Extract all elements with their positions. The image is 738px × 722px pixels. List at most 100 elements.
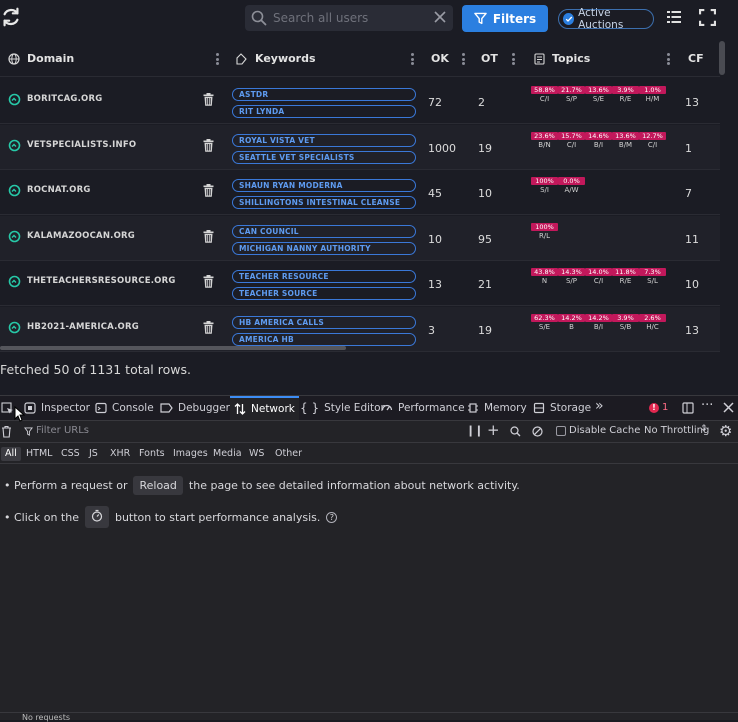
tab-label: Debugger [178,402,230,414]
topic-percent: 3.9% [612,313,639,322]
keyword-tag[interactable]: TEACHER RESOURCE [232,270,416,283]
column-menu-icon[interactable] [512,53,515,65]
filter-ws[interactable]: WS [245,447,268,461]
tab-performance[interactable]: Performance [381,396,465,420]
domain-name[interactable]: THETEACHERSRESOURCE.ORG [27,276,176,286]
filters-button[interactable]: Filters [462,5,548,32]
table-row[interactable]: VETSPECIALISTS.INFO ROYAL VISTA VET SEATTL… [0,124,720,170]
column-header-keywords[interactable]: Keywords [236,52,316,65]
filter-media[interactable]: Media [209,447,246,461]
column-header-ot[interactable]: OT [481,52,498,65]
trash-icon[interactable] [1,425,12,438]
tab-storage[interactable]: Storage [533,396,591,420]
close-icon[interactable] [723,402,734,413]
topic-badge: 3.9% R/E [612,86,639,103]
pause-icon[interactable]: ❙❙ [466,424,483,437]
error-count[interactable]: ! 1 [649,402,668,413]
filter-html[interactable]: HTML [22,447,56,461]
filter-fonts[interactable]: Fonts [135,447,169,461]
message-text: the page to see detailed information abo… [188,479,520,492]
keyword-tag[interactable]: MICHIGAN NANNY AUTHORITY [232,241,416,255]
keyword-tag[interactable]: TEACHER SOURCE [232,287,416,300]
column-header-topics[interactable]: Topics [534,52,590,65]
tab-style-editor[interactable]: { } Style Editor [300,396,385,420]
table-row[interactable]: THETEACHERSRESOURCE.ORG TEACHER RESOURCE T… [0,261,720,306]
domain-name[interactable]: BORITCAG.ORG [27,94,102,104]
trash-icon[interactable] [203,320,214,334]
column-header-cf[interactable]: CF [688,52,704,65]
tab-memory[interactable]: Memory [467,396,527,420]
keyword-tag[interactable]: SHILLINGTONS INTESTINAL CLEANSE [232,196,416,209]
dock-icon[interactable] [682,402,694,414]
keyword-tag[interactable]: ROYAL VISTA VET [232,133,416,147]
column-menu-icon[interactable] [411,53,414,65]
table-row[interactable]: BORITCAG.ORG ASTDR RIT LYNDA 72 2 58.8% C/I 21.… [0,79,720,124]
trash-icon[interactable] [203,93,214,106]
top-bar: Filters Active Auctions [0,0,738,36]
add-icon[interactable]: + [487,421,500,439]
gear-icon[interactable]: ⚙ [719,422,732,440]
tab-inspector[interactable]: Inspector [24,396,90,420]
fullscreen-icon[interactable] [699,9,716,26]
keyword-tag[interactable]: ASTDR [232,88,416,101]
topic-label: R/E [619,95,632,103]
filter-js[interactable]: JS [85,447,102,461]
filter-css[interactable]: CSS [57,447,84,461]
keyword-tag[interactable]: AMERICA HB [232,332,416,346]
message-text: • Perform a request or [4,479,128,492]
column-menu-icon[interactable] [216,53,219,65]
topic-badge: 23.6% B/N [531,131,558,149]
domain-name[interactable]: HB2021-AMERICA.ORG [27,322,139,332]
keyword-tag[interactable]: RIT LYNDA [232,105,416,118]
disable-cache-checkbox[interactable] [556,426,566,436]
clear-search-icon[interactable] [433,10,447,24]
column-menu-icon[interactable] [462,53,465,65]
topic-percent: 7.3% [639,268,666,276]
filter-other[interactable]: Other [271,447,306,461]
chevron-updown-icon: ⇕ [700,424,708,434]
active-auctions-chip[interactable]: Active Auctions [558,7,654,31]
trash-icon[interactable] [203,275,214,288]
ot-value: 95 [478,232,492,246]
filter-all[interactable]: All [1,447,21,461]
pick-element-icon[interactable] [1,402,14,415]
performance-button[interactable] [84,506,109,528]
vertical-scrollbar[interactable] [719,41,725,75]
column-header-domain[interactable]: Domain [8,52,74,65]
search-input[interactable] [273,8,423,28]
topic-label: S/E [592,95,605,103]
keyword-tag[interactable]: SEATTLE VET SPECIALISTS [232,150,416,164]
help-icon[interactable]: ? [326,511,338,523]
column-header-ok[interactable]: OK [431,52,449,65]
keyword-tag[interactable]: HB AMERICA CALLS [232,315,416,329]
list-view-icon[interactable] [666,9,682,25]
domain-name[interactable]: KALAMAZOOCAN.ORG [27,231,135,241]
table-row[interactable]: HB2021-AMERICA.ORG HB AMERICA CALLS AMERIC… [0,306,720,352]
more-options-icon[interactable]: ··· [701,398,713,413]
horizontal-scrollbar[interactable] [0,346,346,350]
topic-badge: 11.8% R/E [612,268,639,285]
filter-images[interactable]: Images [169,447,212,461]
column-menu-icon[interactable] [667,53,670,65]
table-row[interactable]: KALAMAZOOCAN.ORG CAN COUNCIL MICHIGAN NANN… [0,215,720,261]
trash-icon[interactable] [203,184,214,197]
trash-icon[interactable] [203,138,214,152]
domain-name[interactable]: ROCNAT.ORG [27,185,91,195]
reload-button[interactable]: Reload [133,476,183,495]
keyword-tag[interactable]: CAN COUNCIL [232,224,416,238]
tab-debugger[interactable]: Debugger [160,396,230,420]
topic-percent: 58.8% [531,86,558,94]
refresh-icon[interactable] [0,6,22,28]
filter-xhr[interactable]: XHR [106,447,134,461]
domain-name[interactable]: VETSPECIALISTS.INFO [27,140,136,150]
table-row[interactable]: ROCNAT.ORG SHAUN RYAN MODERNA SHILLINGTONS… [0,170,720,215]
keyword-tag[interactable]: SHAUN RYAN MODERNA [232,179,416,192]
tab-network[interactable]: Network [230,396,299,420]
more-tabs-icon[interactable]: » [595,398,604,414]
tab-console[interactable]: Console [95,396,154,420]
tag-icon [236,52,247,65]
block-icon[interactable] [532,426,543,437]
trash-icon[interactable] [203,229,214,243]
filter-urls-input[interactable]: Filter URLs [36,425,89,436]
search-icon[interactable] [510,426,521,437]
